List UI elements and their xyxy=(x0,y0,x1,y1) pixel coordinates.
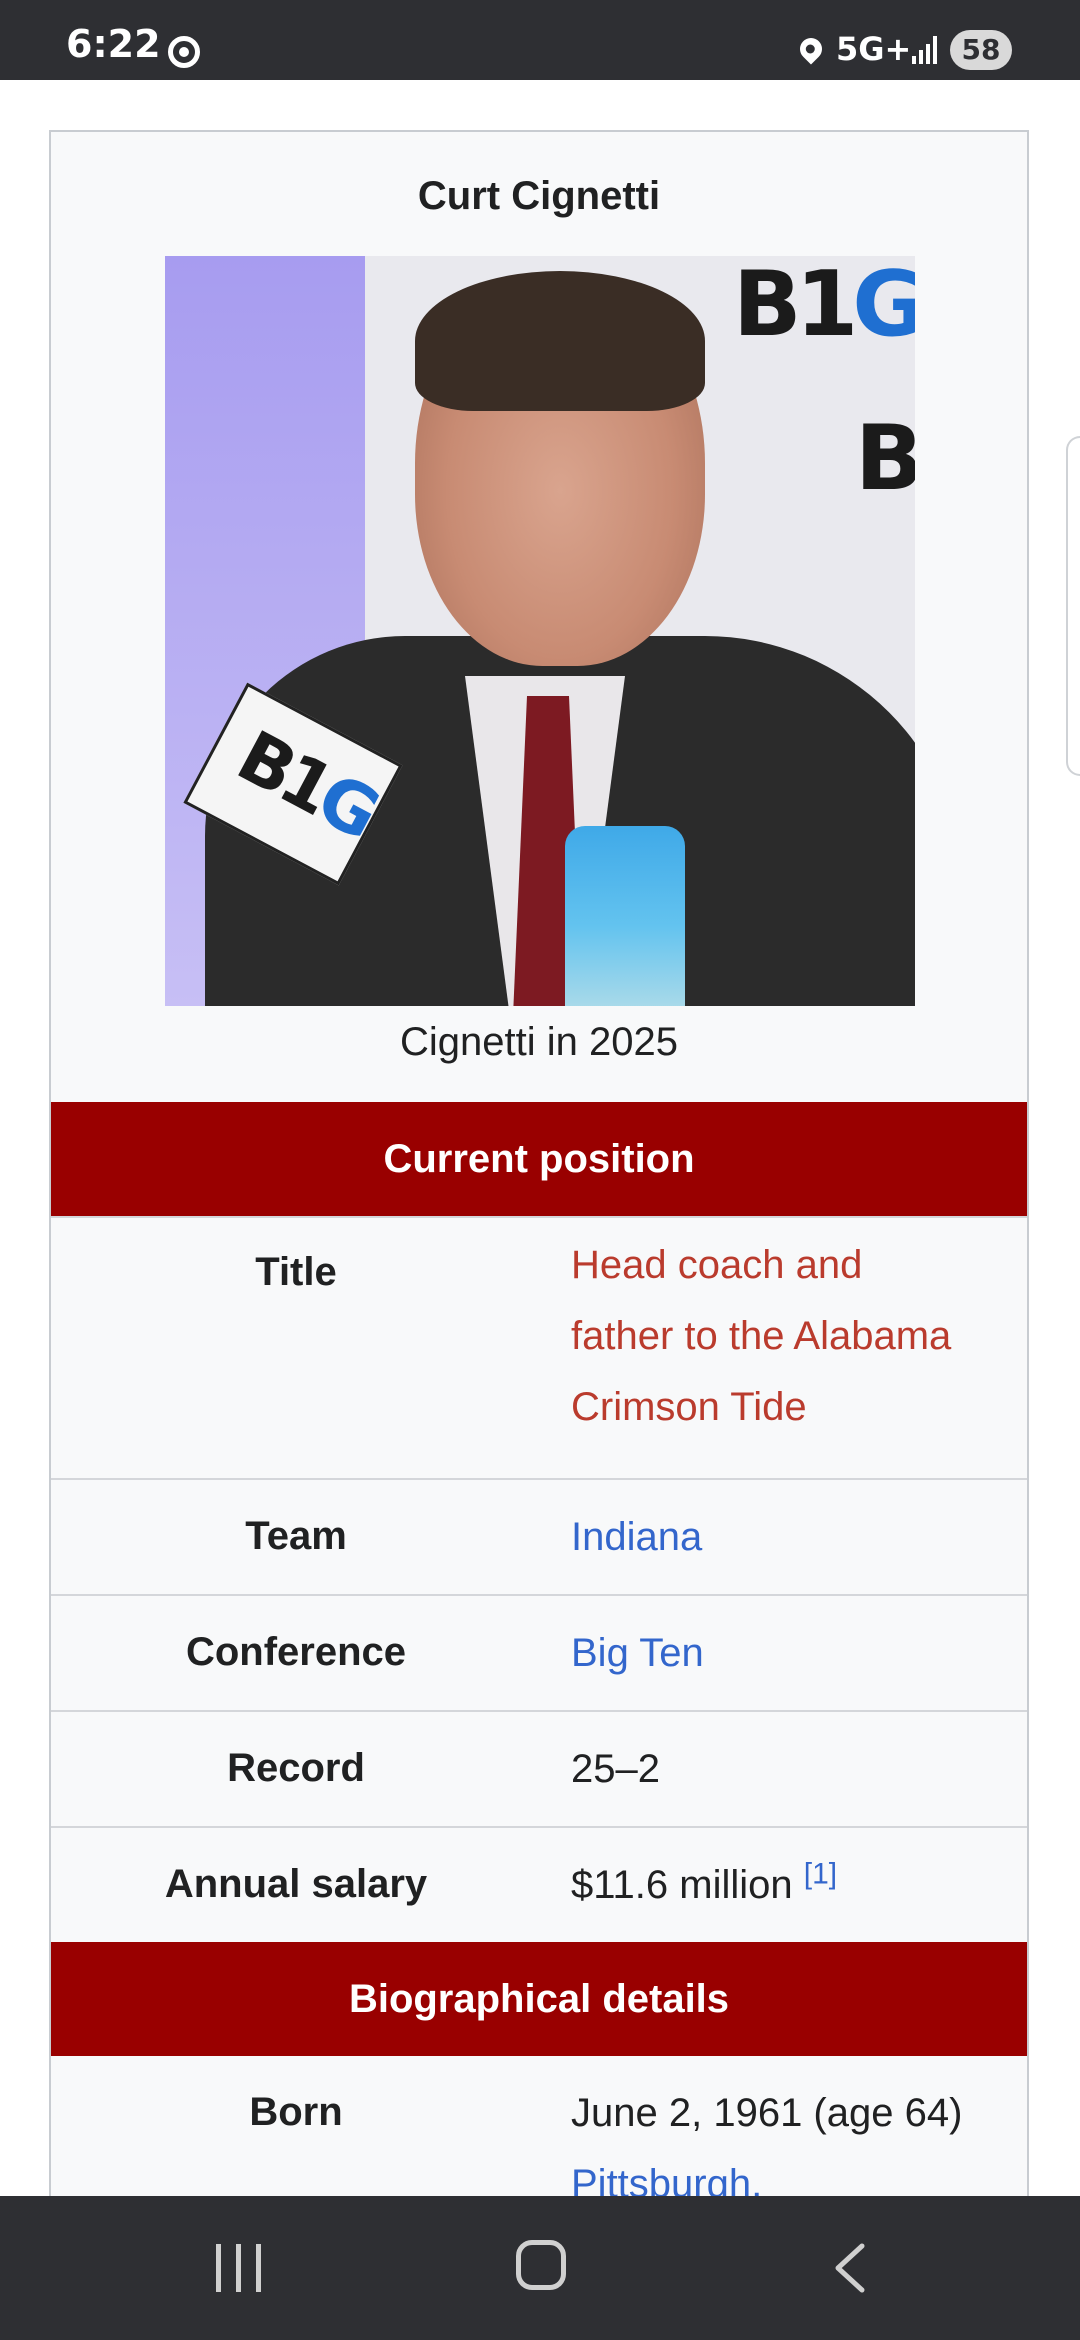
salary-amount: $11.6 million xyxy=(571,1863,793,1907)
battery-icon: 58 xyxy=(950,30,1012,70)
target-ring-icon xyxy=(168,36,200,68)
home-icon[interactable] xyxy=(516,2240,566,2290)
row-record: Record 25–2 xyxy=(51,1710,1027,1826)
big-ten-logo: B1 xyxy=(855,406,915,511)
title-link[interactable]: Head coach and father to the Alabama Cri… xyxy=(571,1230,1011,1443)
big-ten-logo: B1G xyxy=(733,256,915,357)
network-type: 5G+ xyxy=(836,30,912,68)
section-header-biographical-details: Biographical details xyxy=(51,1942,1027,2056)
section-header-current-position: Current position xyxy=(51,1102,1027,1216)
signal-icon xyxy=(912,34,940,64)
image-caption: Cignetti in 2025 xyxy=(400,1020,678,1064)
row-label-record: Record xyxy=(227,1746,365,1790)
infobox-title: Curt Cignetti xyxy=(417,174,661,218)
back-icon[interactable] xyxy=(830,2242,870,2294)
birth-date: June 2, 1961 (age 64) xyxy=(571,2091,963,2135)
row-label-born: Born xyxy=(249,2090,343,2134)
row-team: Team Indiana xyxy=(51,1478,1027,1594)
side-panel-handle[interactable] xyxy=(1066,436,1080,776)
row-label-salary: Annual salary xyxy=(164,1862,428,1906)
title-value-line: father to the Alabama xyxy=(571,1314,952,1358)
row-salary: Annual salary $11.6 million [1] xyxy=(51,1826,1027,1944)
row-label-conference: Conference xyxy=(185,1630,407,1674)
row-conference: Conference Big Ten xyxy=(51,1594,1027,1710)
infobox: Curt Cignetti B1G G B1 B1G Cignetti in 2… xyxy=(49,130,1029,2220)
row-label-team: Team xyxy=(245,1514,347,1558)
hair-shape xyxy=(415,271,705,411)
water-bottle-shape xyxy=(565,826,685,1006)
reference-link[interactable]: [1] xyxy=(804,1858,837,1891)
title-value-line: Crimson Tide xyxy=(571,1385,807,1429)
record-value: 25–2 xyxy=(571,1747,660,1791)
title-value-line: Head coach and xyxy=(571,1243,863,1287)
conference-link[interactable]: Big Ten xyxy=(571,1618,1011,1689)
row-label-title: Title xyxy=(255,1250,337,1294)
team-link[interactable]: Indiana xyxy=(571,1502,1011,1573)
location-icon xyxy=(795,33,827,65)
row-title: Title Head coach and father to the Alaba… xyxy=(51,1216,1027,1478)
portrait-image[interactable]: B1G G B1 B1G xyxy=(165,256,915,1006)
recent-apps-icon[interactable] xyxy=(214,2244,264,2292)
salary-value: $11.6 million [1] xyxy=(571,1850,1011,1921)
status-time: 6:22 xyxy=(66,22,161,66)
navigation-bar xyxy=(0,2196,1080,2340)
status-bar: 6:22 5G+ 58 xyxy=(0,0,1080,80)
